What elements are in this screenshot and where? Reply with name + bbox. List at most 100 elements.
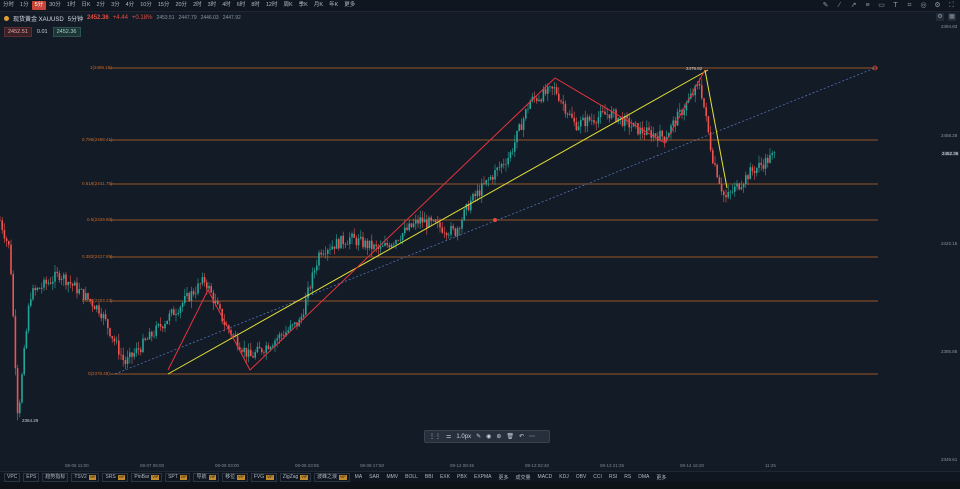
overlay-indicator[interactable]: EXK: [438, 474, 452, 480]
timeframe-12[interactable]: 2时: [190, 1, 205, 10]
trend-line-yellow[interactable]: [167, 69, 709, 375]
sub-indicator[interactable]: DMA: [636, 474, 651, 480]
line-icon[interactable]: ⁄: [835, 1, 844, 10]
sub-indicator[interactable]: RS: [622, 474, 633, 480]
alert-marker[interactable]: [493, 218, 497, 222]
timeframe-14[interactable]: 4时: [219, 1, 234, 10]
sub-indicator[interactable]: 更多: [654, 474, 668, 481]
candle-body: [421, 217, 424, 223]
sub-indicator[interactable]: OBV: [574, 474, 589, 480]
candle-body: [375, 244, 377, 247]
sub-indicator[interactable]: 成交量: [514, 474, 533, 481]
timeframe-6[interactable]: 2分: [94, 1, 109, 10]
candle-body: [679, 109, 681, 112]
pen-icon[interactable]: ✎: [821, 1, 830, 10]
timeframe-0[interactable]: 分时: [0, 1, 17, 10]
candle-body: [716, 164, 718, 178]
timeframe-16[interactable]: 8时: [248, 1, 263, 10]
candle-body: [129, 352, 131, 358]
sub-indicator[interactable]: MACD: [536, 474, 555, 480]
overlay-indicator[interactable]: BOLL: [403, 474, 420, 480]
vip-badge: VIP: [179, 474, 188, 480]
timeframe-5[interactable]: 日K: [78, 1, 93, 10]
timeframe-9[interactable]: 10分: [137, 1, 155, 10]
candle-body: [683, 110, 685, 116]
trend-overlay[interactable]: 2364.29 2476.82: [22, 65, 878, 423]
camera-icon[interactable]: ◎: [919, 1, 928, 10]
layout-icon[interactable]: ▦: [948, 13, 956, 21]
candle-body: [571, 113, 573, 118]
timeframe-19[interactable]: 季K: [296, 1, 311, 10]
timeframe-18[interactable]: 周K: [281, 1, 296, 10]
timeframe-8[interactable]: 4分: [123, 1, 138, 10]
overlay-indicator[interactable]: BBI: [423, 474, 435, 480]
timeframe-10[interactable]: 15分: [155, 1, 173, 10]
overlay-indicator[interactable]: EXPMA: [472, 474, 494, 480]
lock-icon[interactable]: ⊛: [496, 434, 501, 440]
timeframe-21[interactable]: 年K: [326, 1, 341, 10]
indicator-1[interactable]: EPS: [23, 472, 40, 482]
settings-icon[interactable]: ⚙: [936, 13, 944, 21]
overlay-indicator[interactable]: SAR: [367, 474, 381, 480]
candle-body: [316, 265, 318, 271]
drag-handle-icon[interactable]: ⋮⋮: [429, 434, 441, 440]
shape-icon[interactable]: ▭: [877, 1, 886, 10]
indicator-5[interactable]: PinBar VIP: [131, 472, 163, 482]
timeframe-11[interactable]: 20分: [172, 1, 190, 10]
timeframe-22[interactable]: 更多: [341, 1, 358, 10]
indicator-label: EPS: [26, 473, 37, 480]
price-tick: 2385.88: [941, 348, 958, 354]
indicator-6[interactable]: SPT VIP: [165, 472, 191, 482]
pen-icon[interactable]: ✎: [476, 434, 481, 440]
indicator-0[interactable]: VPC: [4, 472, 21, 482]
overlay-indicator[interactable]: PBX: [455, 474, 469, 480]
indicator-7[interactable]: 导航 VIP: [193, 472, 220, 482]
candle-body: [736, 183, 738, 187]
indicator-9[interactable]: FVG VIP: [250, 472, 277, 482]
timeframe-4[interactable]: 1时: [64, 1, 79, 10]
indicator-8[interactable]: 移位 VIP: [222, 472, 248, 482]
settings-icon[interactable]: ⚙: [933, 1, 942, 10]
candle-body: [496, 167, 498, 171]
ray-icon[interactable]: ↗: [849, 1, 858, 10]
price-axis[interactable]: 2494.83 2458.28 2452.36 2422.15 2385.88 2349.…: [940, 22, 960, 462]
indicator-4[interactable]: SRS VIP: [102, 472, 129, 482]
sub-indicator[interactable]: RSI: [607, 474, 619, 480]
indicator-2[interactable]: 趋势指标: [42, 472, 69, 482]
overlay-indicator[interactable]: 更多: [497, 474, 511, 481]
ohlc-open: 2453.51: [156, 15, 175, 21]
timeframe-7[interactable]: 3分: [108, 1, 123, 10]
timeframe-1[interactable]: 1分: [17, 1, 32, 10]
sub-indicator[interactable]: KDJ: [557, 474, 570, 480]
timeframe-17[interactable]: 12时: [263, 1, 281, 10]
text-icon[interactable]: T: [891, 1, 900, 10]
eye-icon[interactable]: ◉: [486, 434, 491, 440]
candle-body: [148, 331, 151, 340]
sub-indicator[interactable]: CCI: [591, 474, 604, 480]
indicator-3[interactable]: TSV2 VIP: [71, 472, 100, 482]
indicator-11[interactable]: 波峰之浪 VIP: [313, 472, 350, 482]
timeframe-13[interactable]: 3时: [205, 1, 220, 10]
time-axis[interactable]: 08-06 11:00 08-07 06:00 08-08 03:00 08-08 2…: [0, 462, 940, 470]
timeframe-3[interactable]: 30分: [46, 1, 64, 10]
price-chart[interactable]: 2364.29 2476.82: [0, 22, 940, 462]
candle-body: [65, 274, 67, 286]
fullscreen-icon[interactable]: ⛶: [947, 1, 956, 10]
timeframe-2[interactable]: 5分: [31, 1, 47, 10]
template-icon[interactable]: ⚌: [446, 434, 451, 440]
candle-body: [646, 127, 648, 135]
delete-icon[interactable]: 🗑: [506, 434, 514, 440]
candle-body: [412, 223, 415, 227]
candle-body: [329, 249, 331, 251]
indicator-10[interactable]: ZigZag VIP: [279, 472, 311, 482]
candle-body: [509, 152, 512, 159]
timeframe-20[interactable]: 月K: [311, 1, 326, 10]
more-icon[interactable]: ⋯: [529, 434, 535, 440]
timeframe-15[interactable]: 6时: [234, 1, 249, 10]
line-width-select[interactable]: 1.0px: [456, 434, 471, 440]
fib-icon[interactable]: ≡: [863, 1, 872, 10]
overlay-indicator[interactable]: MMV: [384, 474, 400, 480]
undo-icon[interactable]: ↶: [519, 434, 524, 440]
measure-icon[interactable]: ⌗: [905, 1, 914, 10]
overlay-indicator[interactable]: MA: [353, 474, 365, 480]
